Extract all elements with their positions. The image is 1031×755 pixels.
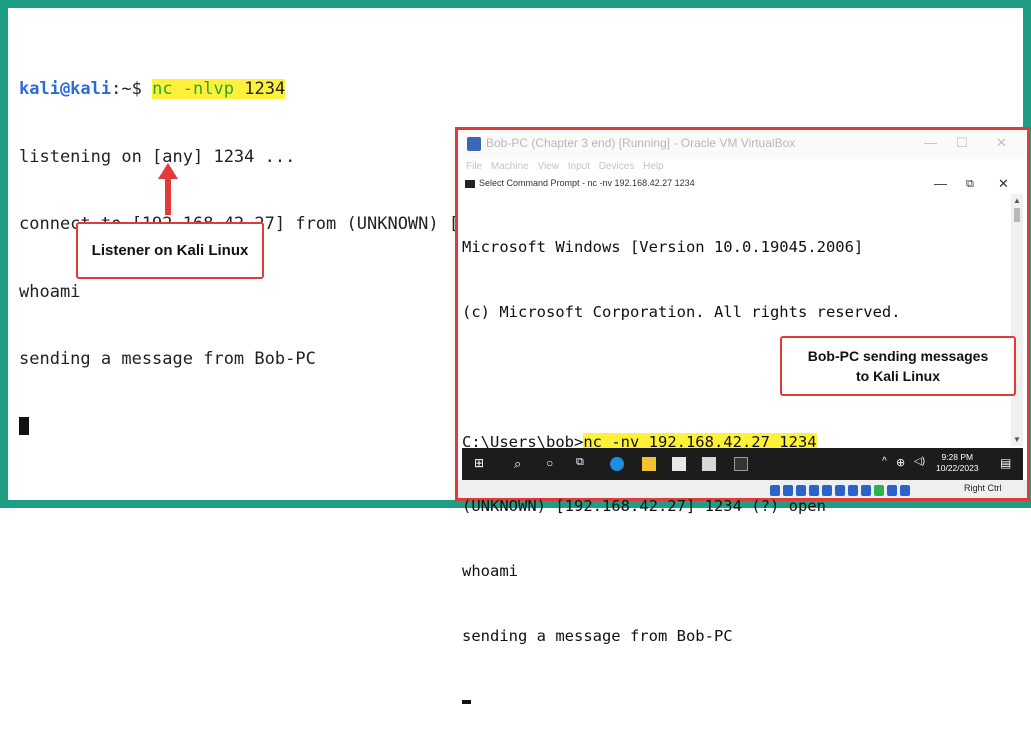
file-explorer-icon[interactable] [642,457,656,471]
scroll-up-icon[interactable]: ▲ [1013,196,1021,205]
store-icon[interactable] [672,457,686,471]
tray-time: 9:28 PM [941,452,974,462]
cmd-minimize-button[interactable]: — [934,176,947,191]
kali-prompt-line: kali@kali:~$ nc -nlvp 1234 [19,78,664,101]
cmd-title-bar: Select Command Prompt - nc -nv 192.168.4… [458,176,1027,193]
tray-clock[interactable]: 9:28 PM 10/22/2023 [936,452,979,474]
console-cursor-line [462,691,901,713]
cmd-restore-button[interactable]: ⧉ [966,178,974,191]
prompt-path: :~$ [111,79,142,99]
audio-icon[interactable] [796,485,806,496]
notification-icon[interactable]: ▤ [1000,456,1011,470]
display-icon[interactable] [848,485,858,496]
vbox-close-button[interactable]: ✕ [996,135,1007,151]
vbox-status-bar: Right Ctrl [458,480,1027,498]
windows-start-icon[interactable]: ⊞ [474,456,484,470]
scroll-thumb[interactable] [1014,208,1020,222]
volume-icon[interactable]: ◁) [914,456,925,467]
usb-icon[interactable] [822,485,832,496]
up-arrow-icon [158,163,178,215]
command-text: nc -nlvp [152,79,234,99]
mail-icon[interactable] [702,457,716,471]
cmd-close-button[interactable]: ✕ [998,176,1009,192]
console-cursor [462,699,471,704]
network-icon[interactable]: ⊕ [896,456,905,469]
vbox-minimize-button[interactable]: — [924,135,937,150]
prompt-user: kali@kali [19,79,112,99]
callout-bob-line: Bob-PC sending messages [807,348,989,364]
vbox-title: Bob-PC (Chapter 3 end) [Running] - Oracl… [486,136,796,150]
command-highlight: nc -nlvp 1234 [152,79,286,99]
task-view-icon[interactable]: ⧉ [576,456,584,469]
tray-date: 10/22/2023 [936,463,979,473]
console-line: whoami [462,562,518,581]
console-line: (c) Microsoft Corporation. All rights re… [462,302,901,321]
shared-folder-icon[interactable] [835,485,845,496]
callout-bob-line: to Kali Linux [856,368,940,384]
network-status-icon[interactable] [809,485,819,496]
command-port: 1234 [244,79,286,99]
vbox-maximize-button[interactable]: ☐ [956,135,968,151]
search-icon[interactable]: ⌕ [514,456,521,472]
keyboard-icon[interactable] [900,485,910,496]
cmd-icon [465,180,475,188]
cortana-icon[interactable]: ○ [546,456,553,470]
cpu-icon[interactable] [874,485,884,496]
hdd-icon[interactable] [770,485,780,496]
vbox-menu-bar[interactable]: File Machine View Input Devices Help [466,161,664,172]
callout-bob-pc: Bob-PC sending messages to Kali Linux [780,336,1016,396]
cmd-title: Select Command Prompt - nc -nv 192.168.4… [479,178,695,188]
cmd-scrollbar[interactable]: ▲ ▼ [1011,194,1023,446]
callout-kali-listener: Listener on Kali Linux [76,222,264,279]
tray-chevron-icon[interactable]: ^ [882,456,887,467]
host-key-label: Right Ctrl [964,483,1002,493]
windows-taskbar: ⊞ ⌕ ○ ⧉ ^ ⊕ ◁) 9:28 PM 10/22/2023 ▤ [462,448,1023,480]
vbox-title-bar: Bob-PC (Chapter 3 end) [Running] - Oracl… [458,130,1027,159]
recording-icon[interactable] [861,485,871,496]
cmd-taskbar-icon[interactable] [734,457,748,471]
vbox-status-icons [770,483,913,501]
console-line: sending a message from Bob-PC [462,626,733,645]
terminal-cursor [19,416,29,435]
virtualbox-icon [467,137,481,151]
scroll-down-icon[interactable]: ▼ [1013,435,1021,444]
edge-icon[interactable] [610,457,624,471]
console-line: Microsoft Windows [Version 10.0.19045.20… [462,238,864,257]
screenshot-frame: kali@kali:~$ nc -nlvp 1234 listening on … [0,0,1031,704]
mouse-icon[interactable] [887,485,897,496]
optical-icon[interactable] [783,485,793,496]
virtualbox-window[interactable]: Bob-PC (Chapter 3 end) [Running] - Oracl… [455,127,1030,704]
